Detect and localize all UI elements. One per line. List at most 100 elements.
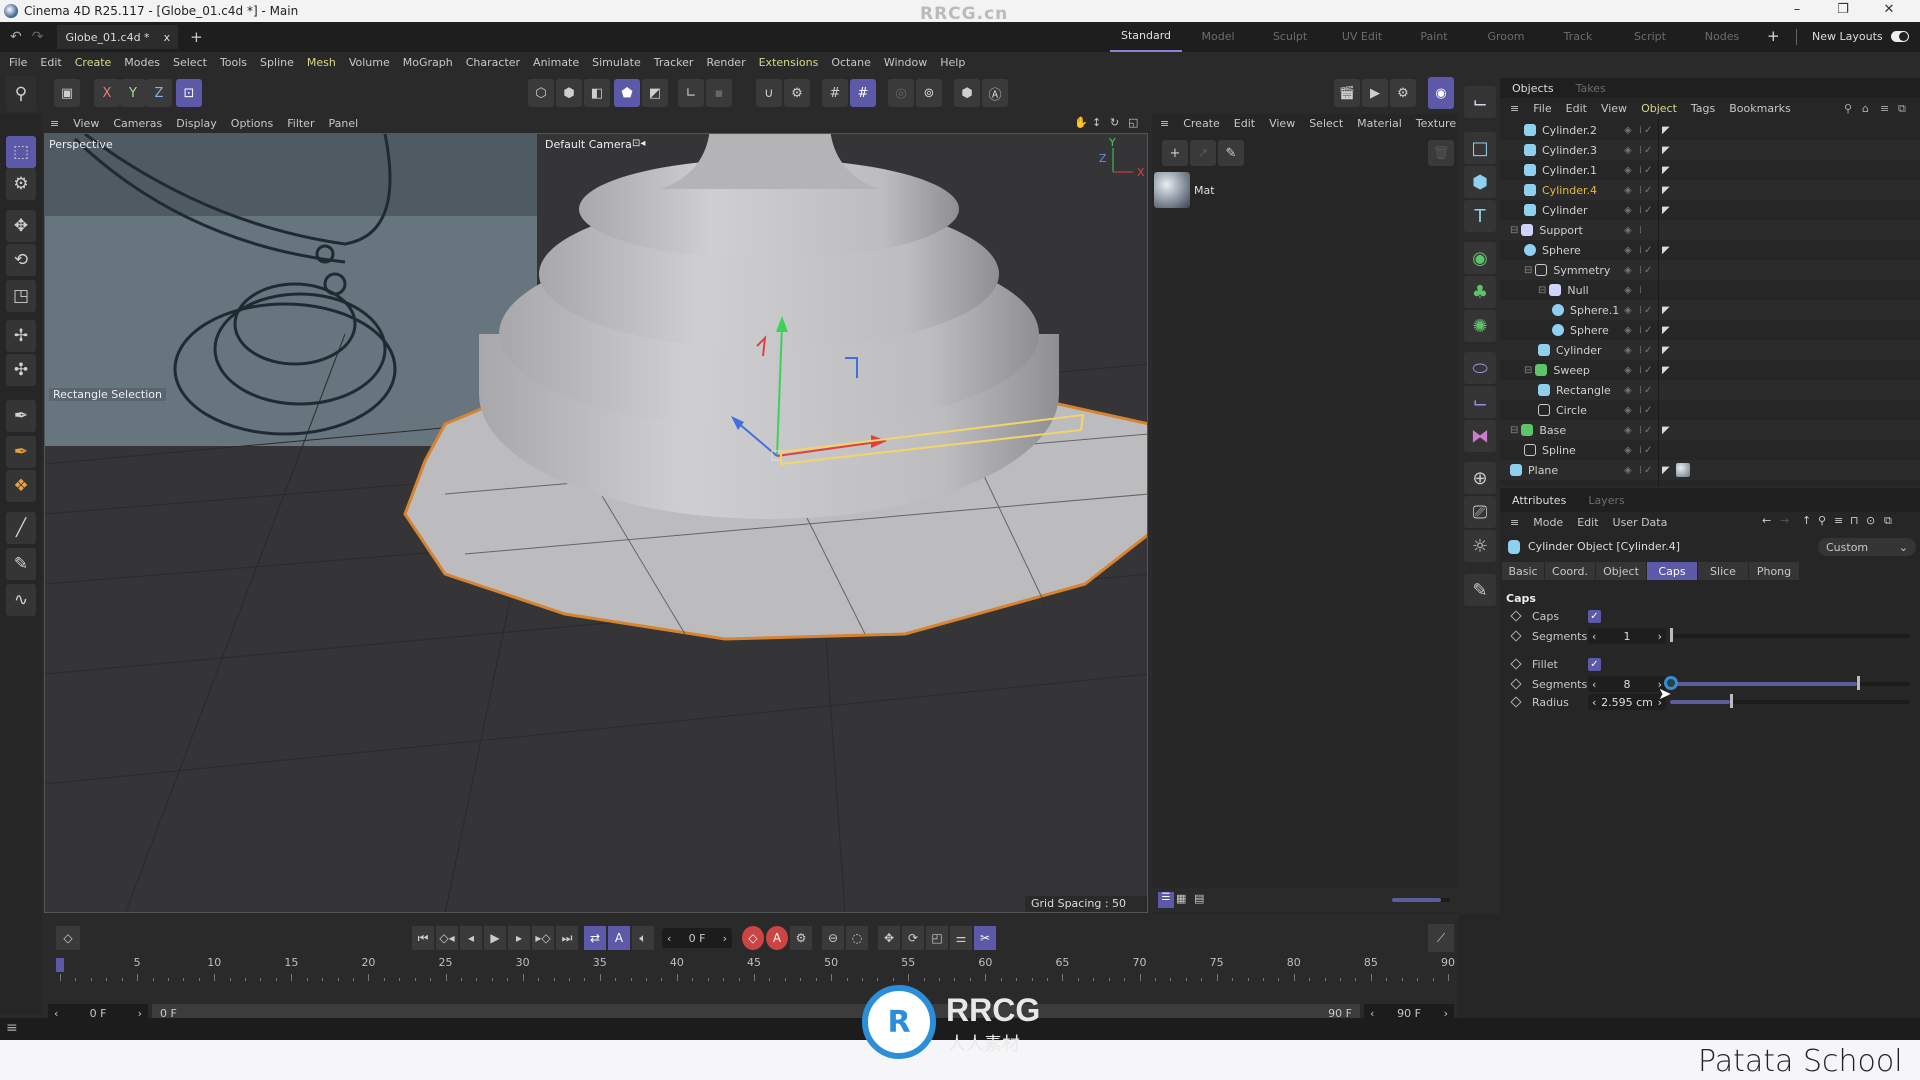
layout-tab-paint[interactable]: Paint [1398, 22, 1470, 52]
key-settings-button[interactable]: ⚙ [790, 926, 812, 950]
light-button[interactable]: ☼ [1464, 530, 1496, 562]
loop-button[interactable]: ⇄ [584, 926, 606, 950]
maximize-view-icon[interactable]: ◱ [1128, 116, 1138, 129]
object-name[interactable]: Cylinder [1542, 204, 1588, 217]
menu-simulate[interactable]: Simulate [592, 56, 641, 69]
home-icon[interactable]: ⌂ [1862, 102, 1869, 115]
keyframe-diamond-icon[interactable] [1510, 696, 1522, 708]
keyframe-selection-button[interactable]: ⊖ [822, 926, 844, 950]
menu-edit[interactable]: Edit [40, 56, 61, 69]
spline-pen-button[interactable]: ✒ [6, 400, 36, 432]
viewport-menu-cameras[interactable]: Cameras [113, 117, 162, 130]
menu-character[interactable]: Character [466, 56, 520, 69]
fillet-checkbox[interactable]: ✓ [1588, 657, 1601, 671]
visibility-toggles[interactable]: ◈ ⁞✓ [1624, 465, 1654, 476]
object-row-sphere[interactable]: Sphere ◈ ⁞✓ ◤ [1500, 240, 1920, 260]
tab-objects[interactable]: Objects [1512, 82, 1554, 95]
add-layout-button[interactable]: + [1767, 27, 1780, 45]
phong-tag-icon[interactable]: ◤ [1662, 345, 1670, 356]
search-button[interactable]: ⚲ [6, 76, 36, 112]
object-row-support[interactable]: ⊟ Support ◈ ⁞ [1500, 220, 1920, 240]
material-tag-icon[interactable] [1676, 463, 1690, 477]
object-row-circle[interactable]: Circle ◈ ⁞✓ [1500, 400, 1920, 420]
lock-x-axis-button[interactable]: X [94, 79, 120, 107]
target-icon[interactable]: ⊙ [1866, 514, 1875, 527]
visibility-toggles[interactable]: ◈ ⁞✓ [1624, 385, 1654, 396]
visibility-toggles[interactable]: ◈ ⁞✓ [1624, 205, 1654, 216]
auto-button[interactable]: Ⓐ [982, 79, 1008, 107]
playhead[interactable] [56, 958, 64, 972]
autokey-button[interactable]: A [766, 926, 788, 950]
lock-y-axis-button[interactable]: Y [120, 79, 146, 107]
phong-tag-icon[interactable]: ◤ [1662, 305, 1670, 316]
new-layouts-label[interactable]: New Layouts [1812, 30, 1883, 43]
keyframe-diamond-icon[interactable] [1510, 658, 1522, 670]
record-pla-button[interactable]: ✂ [974, 926, 996, 950]
menu-octane[interactable]: Octane [831, 56, 871, 69]
3d-viewport[interactable]: Y X Z Perspective Default Camera ⊡◂ Rect… [44, 133, 1148, 913]
menu-tools[interactable]: Tools [220, 56, 247, 69]
environment-button[interactable]: ⊕ [1464, 462, 1496, 494]
object-name[interactable]: Sphere.1 [1570, 304, 1619, 317]
up-icon[interactable]: ↑ [1802, 514, 1811, 527]
objects-menu-view[interactable]: View [1601, 102, 1627, 115]
timeline-window-button[interactable]: ⟋ [1428, 924, 1454, 952]
menu-help[interactable]: Help [940, 56, 965, 69]
symmetry-button[interactable]: ◎ [888, 79, 914, 107]
lock-icon[interactable]: ⊓ [1850, 514, 1859, 527]
material-menu-select[interactable]: Select [1309, 117, 1343, 130]
close-window-button[interactable]: ✕ [1866, 0, 1912, 22]
menu-extensions[interactable]: Extensions [759, 56, 819, 69]
material-menu-material[interactable]: Material [1357, 117, 1402, 130]
expand-toggle-icon[interactable]: ⊟ [1524, 365, 1532, 376]
objects-menu-edit[interactable]: Edit [1566, 102, 1587, 115]
object-name[interactable]: Sphere [1570, 324, 1609, 337]
phong-tag-icon[interactable]: ◤ [1662, 145, 1670, 156]
visibility-toggles[interactable]: ◈ ⁞✓ [1624, 365, 1654, 376]
visibility-toggles[interactable]: ◈ ⁞✓ [1624, 165, 1654, 176]
snapping-button[interactable]: ∪ [756, 79, 782, 107]
search-objects-icon[interactable]: ⚲ [1844, 102, 1852, 115]
dolly-icon[interactable]: ↕ [1092, 116, 1101, 129]
material-menu-view[interactable]: View [1269, 117, 1295, 130]
object-name[interactable]: Cylinder.4 [1542, 184, 1597, 197]
preset-dropdown[interactable]: Custom ⌄ [1818, 538, 1916, 556]
tweak-mode-button[interactable]: ▪ [706, 79, 732, 107]
material-menu-edit[interactable]: Edit [1234, 117, 1255, 130]
spline-sketch-button[interactable]: ✒ [6, 436, 36, 468]
material-menu-texture[interactable]: Texture [1416, 117, 1456, 130]
object-row-rectangle[interactable]: Rectangle ◈ ⁞✓ [1500, 380, 1920, 400]
object-row-null[interactable]: ⊟ Null ◈ ⁞ [1500, 280, 1920, 300]
object-row-sweep[interactable]: ⊟ Sweep ◈ ⁞✓ ◤ [1500, 360, 1920, 380]
material-thumbnail[interactable] [1154, 172, 1190, 208]
null-object-button[interactable]: ⌙ [1464, 86, 1496, 118]
objects-menu-file[interactable]: File [1533, 102, 1551, 115]
previous-frame-button[interactable]: ◂ [460, 926, 482, 950]
expand-toggle-icon[interactable]: ⊟ [1510, 425, 1518, 436]
record-position-button[interactable]: ✥ [878, 926, 900, 950]
previous-key-button[interactable]: ◇◂ [436, 926, 458, 950]
menu-tracker[interactable]: Tracker [654, 56, 694, 69]
view-name-label[interactable]: Perspective [49, 138, 113, 151]
delete-material-button[interactable]: 🗑︎ [1428, 140, 1454, 166]
text-spline-button[interactable]: T [1464, 200, 1496, 232]
menu-render[interactable]: Render [706, 56, 745, 69]
phong-tag-icon[interactable]: ◤ [1662, 425, 1670, 436]
layout-tab-standard[interactable]: Standard [1110, 22, 1182, 52]
locked-workplane-button[interactable]: # [850, 79, 876, 107]
object-row-spline[interactable]: Spline ◈ ⁞✓ [1500, 440, 1920, 460]
object-row-sphere-1[interactable]: Sphere.1 ◈ ⁞✓ ◤ [1500, 300, 1920, 320]
texture-mode-button[interactable]: ◩ [642, 79, 668, 107]
material-menu-icon[interactable]: ≡ [1160, 117, 1169, 130]
subtab-object[interactable]: Object [1596, 562, 1646, 580]
next-key-button[interactable]: ▸◇ [532, 926, 554, 950]
radius-field[interactable]: ‹ 2.595 cm › [1588, 694, 1666, 710]
close-tab-button[interactable]: x [164, 31, 171, 44]
render-view-button[interactable]: 🎬︎ [1334, 79, 1360, 107]
redo-icon[interactable]: ↷ [32, 29, 44, 45]
status-menu-icon[interactable]: ≡ [6, 1020, 18, 1036]
attributes-menu-icon[interactable]: ≡ [1510, 516, 1519, 529]
new-window-icon[interactable]: ⧉ [1898, 102, 1906, 116]
visibility-toggles[interactable]: ◈ ⁞✓ [1624, 345, 1654, 356]
phong-tag-icon[interactable]: ◤ [1662, 165, 1670, 176]
